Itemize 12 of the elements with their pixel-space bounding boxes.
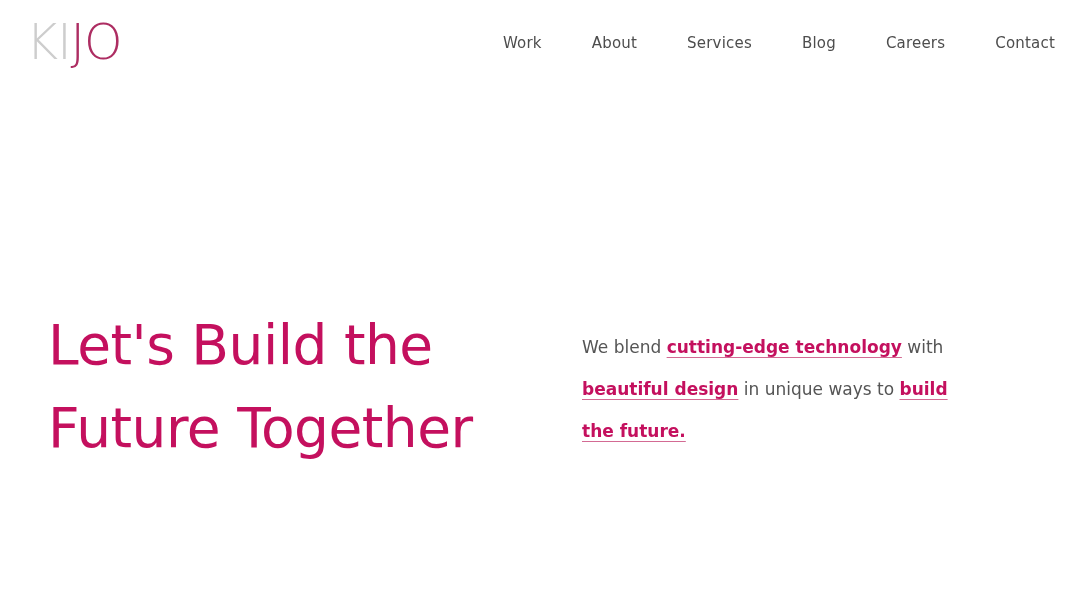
nav-link[interactable]: Contact	[995, 34, 1055, 52]
inline-link[interactable]: cutting-edge technology	[666, 337, 902, 357]
nav-link[interactable]: Work	[502, 34, 542, 52]
nav-link[interactable]: About	[591, 34, 638, 52]
nav-link[interactable]: Services	[687, 34, 752, 52]
inline-link[interactable]: build	[899, 379, 948, 399]
intro-paragraph: We blend cutting-edge technology with beautiful design in unique ways to build the future.	[582, 336, 949, 443]
nav-link[interactable]: Careers	[885, 34, 946, 52]
hero-heading: Let's Build the Future Together	[48, 312, 474, 462]
inline-link[interactable]: beautiful design	[582, 379, 739, 399]
inline-link[interactable]: the future.	[582, 421, 686, 441]
nav-link[interactable]: Blog	[801, 34, 836, 52]
